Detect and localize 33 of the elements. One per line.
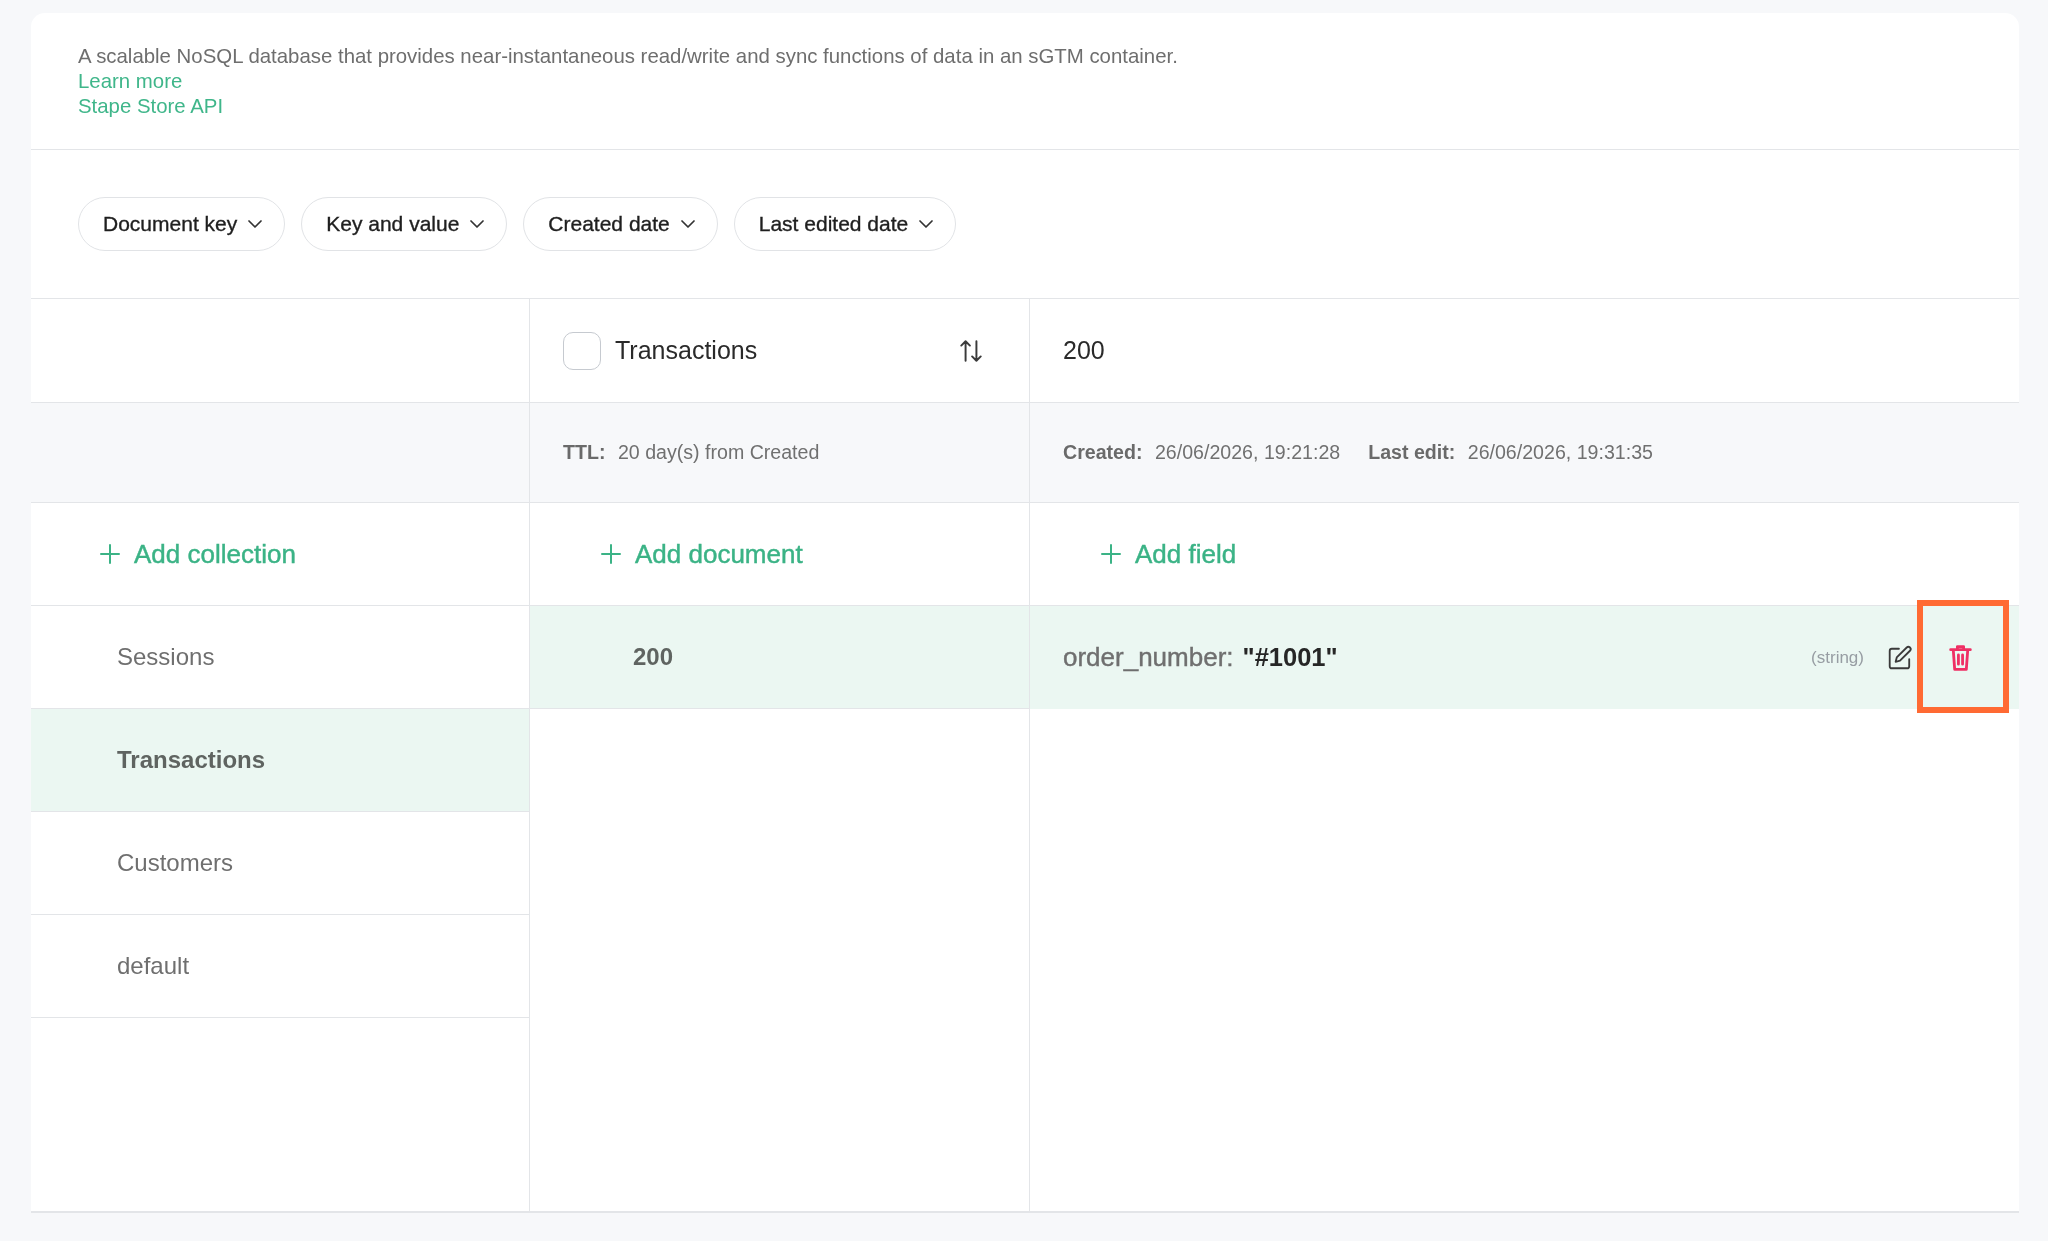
document-title: 200 (1063, 336, 1106, 365)
add-collection-button[interactable]: Add collection (100, 538, 296, 570)
chevron-down-icon (680, 220, 695, 228)
collection-item[interactable]: Customers (31, 812, 529, 915)
ttl-text: TTL: 20 day(s) from Created (563, 441, 820, 464)
filter-dropdown[interactable]: Key and value (301, 197, 508, 251)
add-document-button[interactable]: Add document (601, 538, 803, 570)
collection-title: Transactions (615, 336, 759, 365)
link[interactable]: Stape Store API (78, 94, 224, 119)
add-field-button[interactable]: Add field (1101, 538, 1237, 570)
collection-item[interactable]: Transactions (31, 709, 529, 812)
link[interactable]: Learn more (78, 69, 183, 94)
trash-icon (1948, 643, 1972, 672)
field-type: (string) (1811, 647, 1864, 668)
plus-icon (100, 544, 120, 564)
document-item[interactable]: 200 (530, 606, 1029, 709)
plus-icon (1101, 544, 1121, 564)
timestamp-text: Last edit: 26/06/2026, 19:31:35 (1368, 441, 1653, 464)
edit-icon (1887, 644, 1913, 671)
plus-icon (601, 544, 621, 564)
filter-dropdown[interactable]: Created date (523, 197, 718, 251)
checkbox[interactable] (563, 331, 601, 370)
chevron-down-icon (248, 220, 263, 228)
field-key: order_number: (1063, 642, 1234, 673)
description-text: A scalable NoSQL database that provides near-instantaneous read/write and sync functions of data in an sGTM container. (78, 44, 1178, 69)
sort-arrows-icon[interactable] (958, 337, 984, 364)
chevron-down-icon (919, 220, 934, 228)
filter-dropdown[interactable]: Document key (78, 197, 286, 251)
filter-dropdown[interactable]: Last edited date (733, 197, 957, 251)
chevron-down-icon (470, 220, 485, 228)
timestamp-text: Created: 26/06/2026, 19:21:28 (1063, 441, 1341, 464)
collection-item[interactable]: default (31, 915, 529, 1018)
field-value: "#1001" (1242, 643, 1339, 672)
